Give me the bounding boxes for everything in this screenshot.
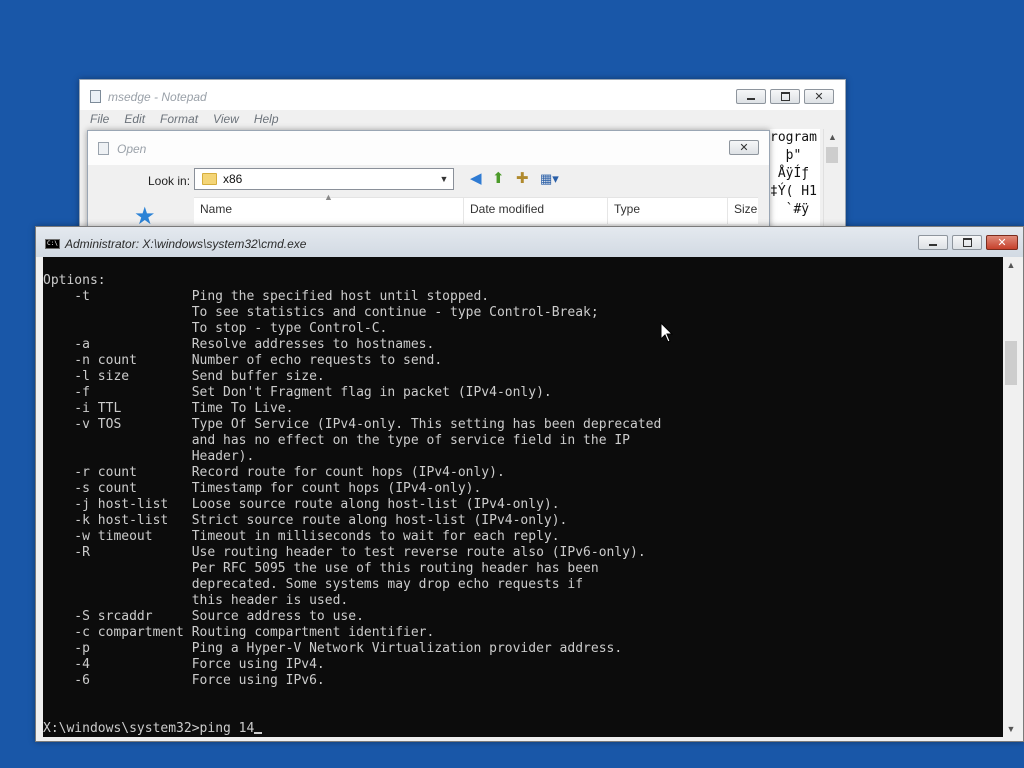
cmd-close-button[interactable]: ✕ <box>986 235 1018 250</box>
cmd-titlebar[interactable]: C:\ Administrator: X:\windows\system32\c… <box>36 227 1023 257</box>
cmd-maximize-button[interactable] <box>952 235 982 250</box>
menu-file[interactable]: File <box>88 110 111 128</box>
notepad-icon <box>90 90 101 103</box>
minimize-icon <box>929 244 937 246</box>
new-folder-icon[interactable]: ✚ <box>516 171 529 187</box>
look-in-value: x86 <box>223 172 243 186</box>
open-dialog-close-button[interactable]: ✕ <box>729 140 759 155</box>
cmd-scrollbar[interactable]: ▲ ▼ <box>1003 257 1019 737</box>
close-icon: ✕ <box>997 236 1007 249</box>
scroll-down-icon[interactable]: ▼ <box>1003 724 1019 734</box>
scroll-up-icon[interactable]: ▲ <box>824 132 841 142</box>
maximize-icon <box>780 92 790 101</box>
command-line[interactable]: X:\windows\system32>ping 14 <box>43 721 263 737</box>
column-date-modified[interactable]: Date modified <box>464 198 608 224</box>
command-input[interactable]: ping 14 <box>200 721 255 736</box>
notepad-minimize-button[interactable] <box>736 89 766 104</box>
scroll-up-icon[interactable]: ▲ <box>1003 260 1019 270</box>
folder-icon <box>202 173 217 185</box>
column-size[interactable]: Size <box>728 198 758 224</box>
file-list-header: ▲ Name Date modified Type Size <box>194 192 758 224</box>
look-in-dropdown[interactable]: x86 ▼ <box>194 168 454 190</box>
notepad-title: msedge - Notepad <box>108 90 207 104</box>
notepad-menubar: File Edit Format View Help <box>88 110 292 128</box>
maximize-icon <box>962 238 972 247</box>
back-icon[interactable]: ◀ <box>470 171 482 187</box>
notepad-scrollbar[interactable]: ▲ <box>823 129 841 229</box>
menu-format[interactable]: Format <box>158 110 200 128</box>
minimize-icon <box>747 98 755 100</box>
notepad-maximize-button[interactable] <box>770 89 800 104</box>
text-cursor <box>254 732 263 734</box>
dialog-icon <box>98 142 109 155</box>
open-dialog[interactable]: Open ✕ Look in: x86 ▼ ◀ ⬆ ✚ ▦▾ ★ ▲ Name … <box>87 130 770 240</box>
open-dialog-title: Open <box>117 142 147 156</box>
column-name[interactable]: Name <box>194 198 464 224</box>
column-type[interactable]: Type <box>608 198 728 224</box>
notepad-text-area[interactable]: rogram þ" ÅÿÍƒ ‡Ý( H1 `#ÿ <box>770 129 820 229</box>
chevron-down-icon: ▼ <box>439 174 449 184</box>
open-dialog-titlebar[interactable]: Open ✕ <box>88 131 769 165</box>
cmd-window[interactable]: C:\ Administrator: X:\windows\system32\c… <box>35 226 1024 742</box>
text-line: ‡Ý( H1 <box>770 184 817 199</box>
look-in-label: Look in: <box>148 174 191 188</box>
close-icon: ✕ <box>739 141 749 154</box>
text-line: þ" <box>770 148 802 163</box>
cmd-icon: C:\ <box>45 239 60 249</box>
text-line: ÅÿÍƒ <box>770 166 810 181</box>
console-area[interactable]: Options: -t Ping the specified host unti… <box>43 257 1003 737</box>
text-line: `#ÿ <box>770 202 810 217</box>
notepad-titlebar[interactable]: msedge - Notepad ✕ <box>80 80 845 110</box>
cmd-title: Administrator: X:\windows\system32\cmd.e… <box>65 237 307 251</box>
menu-edit[interactable]: Edit <box>122 110 147 128</box>
close-icon: ✕ <box>814 90 824 103</box>
console-output: Options: -t Ping the specified host unti… <box>43 273 662 688</box>
prompt: X:\windows\system32> <box>43 721 200 736</box>
text-line: rogram <box>770 130 817 145</box>
mouse-pointer-icon <box>660 322 674 343</box>
scroll-thumb[interactable] <box>1005 341 1017 385</box>
menu-help[interactable]: Help <box>252 110 281 128</box>
view-menu-icon[interactable]: ▦▾ <box>540 171 559 187</box>
scroll-thumb[interactable] <box>826 147 838 163</box>
cmd-minimize-button[interactable] <box>918 235 948 250</box>
menu-view[interactable]: View <box>211 110 241 128</box>
notepad-close-button[interactable]: ✕ <box>804 89 834 104</box>
up-folder-icon[interactable]: ⬆ <box>492 171 505 187</box>
